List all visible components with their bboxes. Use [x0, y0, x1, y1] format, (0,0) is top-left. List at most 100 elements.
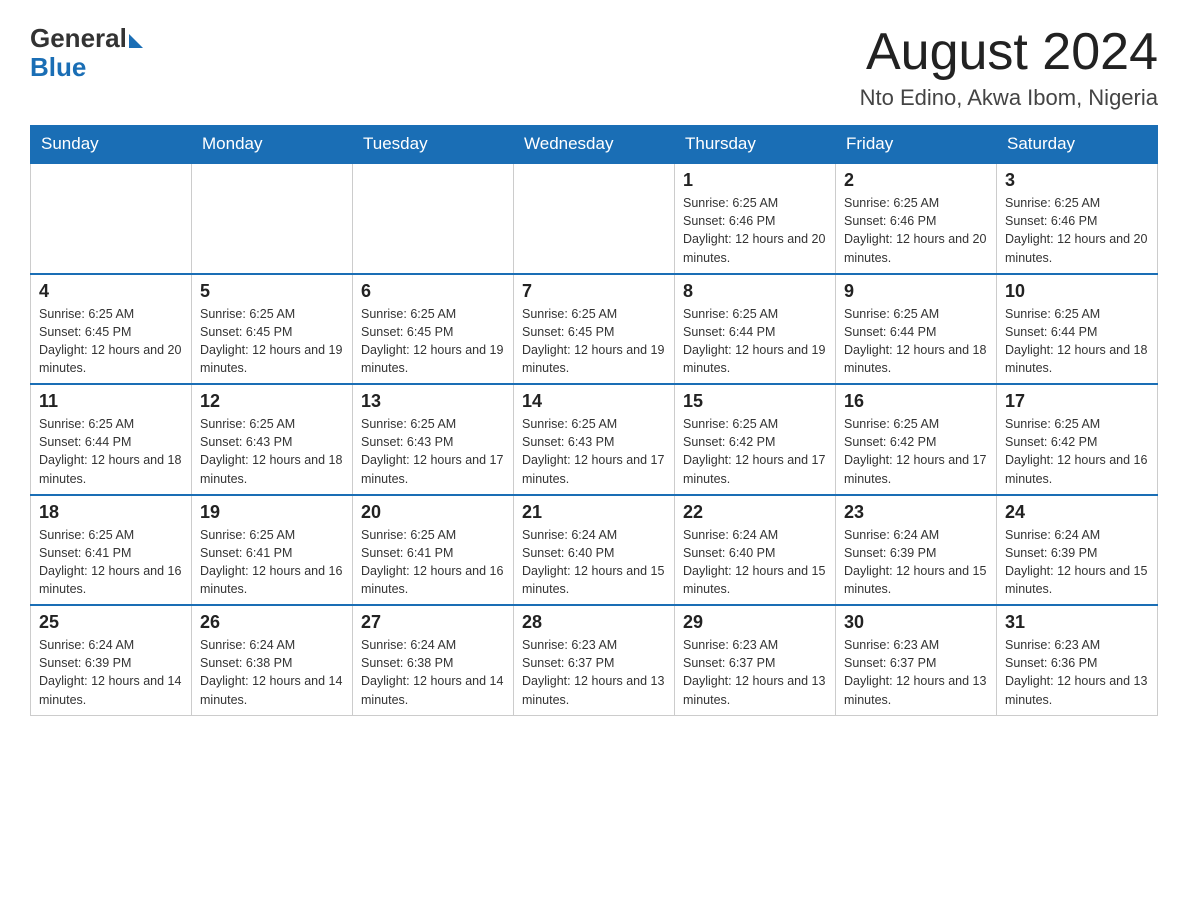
col-header-thursday: Thursday — [675, 126, 836, 164]
day-cell — [514, 163, 675, 274]
day-cell: 16 Sunrise: 6:25 AMSunset: 6:42 PMDayligh… — [836, 384, 997, 495]
day-cell: 24 Sunrise: 6:24 AMSunset: 6:39 PMDayligh… — [997, 495, 1158, 606]
day-cell: 26 Sunrise: 6:24 AMSunset: 6:38 PMDayligh… — [192, 605, 353, 715]
day-info: Sunrise: 6:25 AMSunset: 6:45 PMDaylight:… — [361, 305, 505, 378]
col-header-friday: Friday — [836, 126, 997, 164]
col-header-saturday: Saturday — [997, 126, 1158, 164]
day-info: Sunrise: 6:24 AMSunset: 6:39 PMDaylight:… — [1005, 526, 1149, 599]
day-cell: 9 Sunrise: 6:25 AMSunset: 6:44 PMDaylight… — [836, 274, 997, 385]
day-number: 11 — [39, 391, 183, 412]
day-number: 4 — [39, 281, 183, 302]
day-info: Sunrise: 6:25 AMSunset: 6:41 PMDaylight:… — [361, 526, 505, 599]
day-info: Sunrise: 6:23 AMSunset: 6:37 PMDaylight:… — [844, 636, 988, 709]
page-header: General Blue August 2024 Nto Edino, Akwa… — [30, 24, 1158, 111]
day-info: Sunrise: 6:25 AMSunset: 6:44 PMDaylight:… — [1005, 305, 1149, 378]
day-cell: 20 Sunrise: 6:25 AMSunset: 6:41 PMDayligh… — [353, 495, 514, 606]
day-number: 14 — [522, 391, 666, 412]
day-number: 26 — [200, 612, 344, 633]
day-cell: 23 Sunrise: 6:24 AMSunset: 6:39 PMDayligh… — [836, 495, 997, 606]
day-cell: 5 Sunrise: 6:25 AMSunset: 6:45 PMDaylight… — [192, 274, 353, 385]
day-cell: 29 Sunrise: 6:23 AMSunset: 6:37 PMDayligh… — [675, 605, 836, 715]
day-cell — [353, 163, 514, 274]
day-cell: 30 Sunrise: 6:23 AMSunset: 6:37 PMDayligh… — [836, 605, 997, 715]
day-number: 2 — [844, 170, 988, 191]
day-cell: 13Sunrise: 6:25 AMSunset: 6:43 PMDayligh… — [353, 384, 514, 495]
day-number: 9 — [844, 281, 988, 302]
day-cell: 12 Sunrise: 6:25 AMSunset: 6:43 PMDayligh… — [192, 384, 353, 495]
logo: General Blue — [30, 24, 143, 81]
col-header-monday: Monday — [192, 126, 353, 164]
day-number: 28 — [522, 612, 666, 633]
header-row: SundayMondayTuesdayWednesdayThursdayFrid… — [31, 126, 1158, 164]
day-number: 27 — [361, 612, 505, 633]
day-info: Sunrise: 6:25 AMSunset: 6:44 PMDaylight:… — [844, 305, 988, 378]
week-row-2: 4 Sunrise: 6:25 AMSunset: 6:45 PMDaylight… — [31, 274, 1158, 385]
day-cell: 17Sunrise: 6:25 AMSunset: 6:42 PMDayligh… — [997, 384, 1158, 495]
day-cell: 1 Sunrise: 6:25 AMSunset: 6:46 PMDaylight… — [675, 163, 836, 274]
day-number: 30 — [844, 612, 988, 633]
day-info: Sunrise: 6:24 AMSunset: 6:38 PMDaylight:… — [200, 636, 344, 709]
day-cell: 19 Sunrise: 6:25 AMSunset: 6:41 PMDayligh… — [192, 495, 353, 606]
day-number: 18 — [39, 502, 183, 523]
day-info: Sunrise: 6:25 AMSunset: 6:46 PMDaylight:… — [1005, 194, 1149, 267]
day-info: Sunrise: 6:24 AMSunset: 6:40 PMDaylight:… — [522, 526, 666, 599]
day-cell: 18 Sunrise: 6:25 AMSunset: 6:41 PMDayligh… — [31, 495, 192, 606]
day-number: 25 — [39, 612, 183, 633]
calendar-title: August 2024 — [860, 24, 1158, 81]
day-cell: 4Sunrise: 6:25 AMSunset: 6:45 PMDaylight… — [31, 274, 192, 385]
day-info: Sunrise: 6:25 AMSunset: 6:44 PMDaylight:… — [39, 415, 183, 488]
day-number: 5 — [200, 281, 344, 302]
day-info: Sunrise: 6:25 AMSunset: 6:42 PMDaylight:… — [1005, 415, 1149, 488]
week-row-5: 25 Sunrise: 6:24 AMSunset: 6:39 PMDayligh… — [31, 605, 1158, 715]
logo-blue-text: Blue — [30, 52, 86, 82]
day-info: Sunrise: 6:23 AMSunset: 6:36 PMDaylight:… — [1005, 636, 1149, 709]
day-info: Sunrise: 6:25 AMSunset: 6:41 PMDaylight:… — [39, 526, 183, 599]
day-cell: 6Sunrise: 6:25 AMSunset: 6:45 PMDaylight… — [353, 274, 514, 385]
day-cell: 15Sunrise: 6:25 AMSunset: 6:42 PMDayligh… — [675, 384, 836, 495]
day-cell: 3 Sunrise: 6:25 AMSunset: 6:46 PMDaylight… — [997, 163, 1158, 274]
day-number: 1 — [683, 170, 827, 191]
day-info: Sunrise: 6:25 AMSunset: 6:43 PMDaylight:… — [200, 415, 344, 488]
day-info: Sunrise: 6:24 AMSunset: 6:38 PMDaylight:… — [361, 636, 505, 709]
day-cell: 7 Sunrise: 6:25 AMSunset: 6:45 PMDaylight… — [514, 274, 675, 385]
week-row-1: 1 Sunrise: 6:25 AMSunset: 6:46 PMDaylight… — [31, 163, 1158, 274]
day-info: Sunrise: 6:24 AMSunset: 6:39 PMDaylight:… — [844, 526, 988, 599]
day-info: Sunrise: 6:24 AMSunset: 6:40 PMDaylight:… — [683, 526, 827, 599]
col-header-tuesday: Tuesday — [353, 126, 514, 164]
day-number: 23 — [844, 502, 988, 523]
day-info: Sunrise: 6:25 AMSunset: 6:41 PMDaylight:… — [200, 526, 344, 599]
day-cell: 28Sunrise: 6:23 AMSunset: 6:37 PMDayligh… — [514, 605, 675, 715]
day-number: 29 — [683, 612, 827, 633]
day-info: Sunrise: 6:25 AMSunset: 6:45 PMDaylight:… — [522, 305, 666, 378]
title-block: August 2024 Nto Edino, Akwa Ibom, Nigeri… — [860, 24, 1158, 111]
day-number: 21 — [522, 502, 666, 523]
day-number: 19 — [200, 502, 344, 523]
week-row-4: 18 Sunrise: 6:25 AMSunset: 6:41 PMDayligh… — [31, 495, 1158, 606]
day-cell — [192, 163, 353, 274]
day-number: 10 — [1005, 281, 1149, 302]
day-number: 3 — [1005, 170, 1149, 191]
calendar-subtitle: Nto Edino, Akwa Ibom, Nigeria — [860, 85, 1158, 111]
logo-triangle-icon — [129, 34, 143, 48]
day-cell: 2 Sunrise: 6:25 AMSunset: 6:46 PMDaylight… — [836, 163, 997, 274]
day-cell: 10 Sunrise: 6:25 AMSunset: 6:44 PMDayligh… — [997, 274, 1158, 385]
day-info: Sunrise: 6:24 AMSunset: 6:39 PMDaylight:… — [39, 636, 183, 709]
day-cell: 8Sunrise: 6:25 AMSunset: 6:44 PMDaylight… — [675, 274, 836, 385]
day-cell: 25 Sunrise: 6:24 AMSunset: 6:39 PMDayligh… — [31, 605, 192, 715]
day-number: 15 — [683, 391, 827, 412]
day-info: Sunrise: 6:25 AMSunset: 6:46 PMDaylight:… — [683, 194, 827, 267]
day-number: 12 — [200, 391, 344, 412]
col-header-wednesday: Wednesday — [514, 126, 675, 164]
day-info: Sunrise: 6:25 AMSunset: 6:45 PMDaylight:… — [200, 305, 344, 378]
day-info: Sunrise: 6:25 AMSunset: 6:43 PMDaylight:… — [522, 415, 666, 488]
day-cell: 31 Sunrise: 6:23 AMSunset: 6:36 PMDayligh… — [997, 605, 1158, 715]
day-info: Sunrise: 6:23 AMSunset: 6:37 PMDaylight:… — [683, 636, 827, 709]
day-number: 31 — [1005, 612, 1149, 633]
day-number: 16 — [844, 391, 988, 412]
day-cell: 22Sunrise: 6:24 AMSunset: 6:40 PMDayligh… — [675, 495, 836, 606]
day-info: Sunrise: 6:25 AMSunset: 6:46 PMDaylight:… — [844, 194, 988, 267]
day-number: 7 — [522, 281, 666, 302]
day-number: 24 — [1005, 502, 1149, 523]
day-number: 20 — [361, 502, 505, 523]
day-info: Sunrise: 6:25 AMSunset: 6:42 PMDaylight:… — [844, 415, 988, 488]
